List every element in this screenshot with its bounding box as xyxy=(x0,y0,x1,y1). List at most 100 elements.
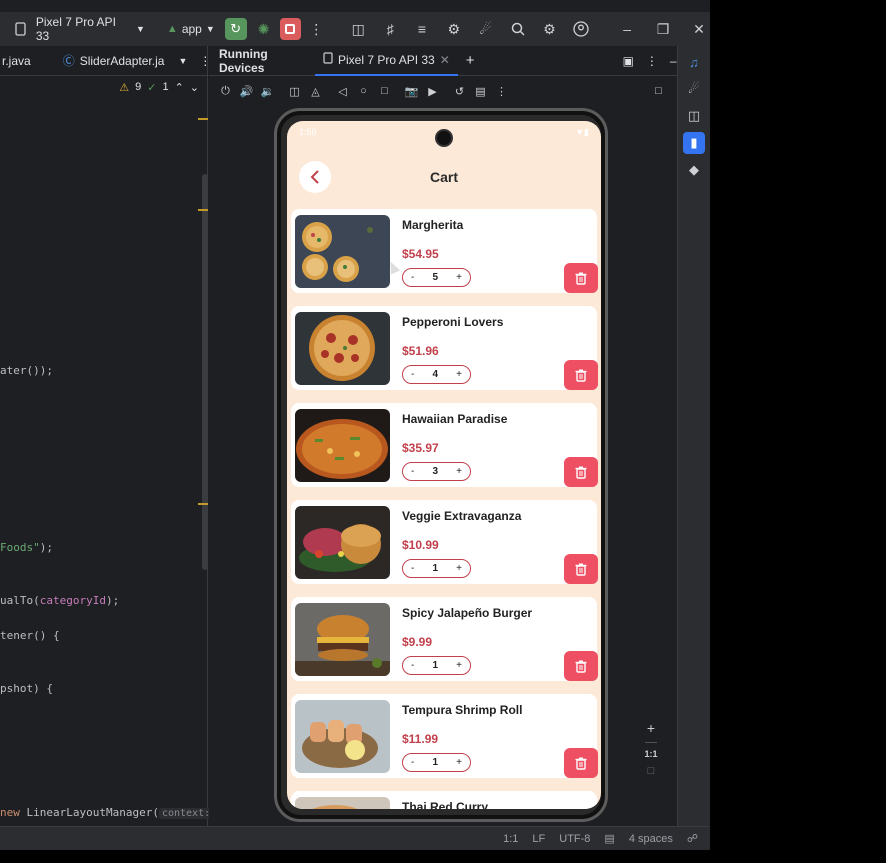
close-icon[interactable]: ✕ xyxy=(688,18,710,40)
detach-icon[interactable]: □ xyxy=(650,85,667,97)
code-string: Foods" xyxy=(0,541,40,554)
add-device-button[interactable]: + xyxy=(466,52,475,69)
editor-tab-slider-adapter[interactable]: Ⓒ SliderAdapter.ja xyxy=(59,52,169,69)
item-name: Tempura Shrimp Roll xyxy=(402,703,523,717)
delete-item-button[interactable] xyxy=(564,457,598,487)
search-icon[interactable] xyxy=(507,18,529,40)
overview-icon[interactable]: □ xyxy=(376,85,393,97)
sdk-manager-icon[interactable]: ⚙ xyxy=(443,18,465,40)
zoom-separator xyxy=(645,742,657,743)
screen-record-icon[interactable]: ▶ xyxy=(424,85,441,98)
device-manager-icon[interactable]: ◫ xyxy=(347,18,369,40)
delete-item-button[interactable] xyxy=(564,263,598,293)
decrease-button[interactable]: - xyxy=(411,369,414,380)
sync-icon[interactable]: ≡ xyxy=(411,18,433,40)
decrease-button[interactable]: - xyxy=(411,563,414,574)
minimize-icon[interactable]: – xyxy=(616,18,638,40)
warning-marker[interactable] xyxy=(198,118,208,120)
rerun-button[interactable]: ↻ xyxy=(224,18,247,40)
increase-button[interactable]: + xyxy=(456,757,462,768)
status-indent[interactable]: 4 spaces xyxy=(629,833,673,845)
restore-icon[interactable]: ❐ xyxy=(652,18,674,40)
running-devices-icon[interactable]: ▮ xyxy=(683,132,705,154)
power-icon[interactable]: ⏻ xyxy=(217,85,234,98)
gemini-icon[interactable]: ◆ xyxy=(683,159,705,181)
delete-item-button[interactable] xyxy=(564,748,598,778)
quantity-stepper: - 1 + xyxy=(402,753,471,772)
code-line[interactable]: pshot) { xyxy=(0,682,53,695)
rotate-right-icon[interactable]: ◬ xyxy=(307,85,324,98)
status-bar: 1:1 LF UTF-8 ▤ 4 spaces ☍ xyxy=(0,826,710,850)
notifications-icon[interactable]: ♫ xyxy=(683,51,705,73)
hide-panel-icon[interactable]: – xyxy=(670,54,677,68)
lock-icon[interactable]: ☍ xyxy=(687,832,698,845)
chevron-up-icon[interactable]: ⌃ xyxy=(175,81,184,94)
food-image-margherita xyxy=(295,215,390,288)
status-encoding[interactable]: UTF-8 xyxy=(559,833,590,845)
decrease-button[interactable]: - xyxy=(411,272,414,283)
chevron-down-icon[interactable]: ▼ xyxy=(178,56,187,66)
app-screen[interactable]: 1:56 ▼▮ Cart Margherita $54.95 - 5 + Pep… xyxy=(287,121,601,809)
home-icon[interactable]: ○ xyxy=(355,85,372,97)
trash-icon xyxy=(575,466,587,479)
item-price: $11.99 xyxy=(402,732,439,746)
code-line[interactable]: ualTo(categoryId); xyxy=(0,594,119,607)
status-line-separator[interactable]: LF xyxy=(532,833,545,845)
chevron-down-icon[interactable]: ⌄ xyxy=(190,81,199,94)
device-manager-icon[interactable]: ◫ xyxy=(683,105,705,127)
snapshot-icon[interactable]: ↺ xyxy=(451,85,468,98)
stop-button[interactable] xyxy=(279,18,302,40)
inspection-widget[interactable]: ⚠ 9 ✓ 1 ⌃ ⌄ xyxy=(0,76,207,98)
volume-up-icon[interactable]: 🔊 xyxy=(238,85,255,98)
run-config-selector[interactable]: ▲ app ▼ xyxy=(167,22,215,36)
warning-marker[interactable] xyxy=(198,503,208,505)
fit-screen-icon[interactable]: □ xyxy=(648,765,655,777)
device-selector[interactable]: Pixel 7 Pro API 33 ▼ xyxy=(10,15,145,43)
comment-icon[interactable]: ▤ xyxy=(604,832,614,845)
cart-item: Veggie Extravaganza $10.99 - 1 + xyxy=(291,500,598,584)
delete-item-button[interactable] xyxy=(564,651,598,681)
options-icon[interactable]: ⋮ xyxy=(646,54,658,68)
account-icon[interactable] xyxy=(570,18,592,40)
editor-tab-java[interactable]: r.java xyxy=(0,54,35,68)
delete-item-button[interactable] xyxy=(564,554,598,584)
volume-down-icon[interactable]: 🔉 xyxy=(259,85,276,98)
gradle-icon[interactable]: ☄ xyxy=(475,18,497,40)
trash-icon xyxy=(575,660,587,673)
back-icon[interactable]: ◁ xyxy=(334,85,351,98)
code-line[interactable]: ater()); xyxy=(0,364,53,377)
device-icon xyxy=(10,18,32,40)
increase-button[interactable]: + xyxy=(456,660,462,671)
debug-icon[interactable]: ✺ xyxy=(253,18,275,40)
zoom-reset-button[interactable]: 1:1 xyxy=(644,749,657,759)
increase-button[interactable]: + xyxy=(456,466,462,477)
status-caret-position[interactable]: 1:1 xyxy=(503,833,518,845)
translate-icon[interactable]: ♯ xyxy=(379,18,401,40)
decrease-button[interactable]: - xyxy=(411,757,414,768)
food-image-pepperoni xyxy=(295,312,390,385)
code-line[interactable]: Foods"); xyxy=(0,541,53,554)
decrease-button[interactable]: - xyxy=(411,660,414,671)
zoom-in-icon[interactable]: + xyxy=(647,720,655,736)
warning-marker[interactable] xyxy=(198,209,208,211)
settings-gear-icon[interactable]: ⚙ xyxy=(539,18,561,40)
more-actions-icon[interactable]: ⋮ xyxy=(305,18,327,40)
decrease-button[interactable]: - xyxy=(411,466,414,477)
layout-icon[interactable]: ▣ xyxy=(623,54,634,68)
close-tab-icon[interactable]: ✕ xyxy=(440,53,450,67)
screenshot-icon[interactable]: 📷 xyxy=(403,85,420,98)
code-line[interactable]: tener() { xyxy=(0,629,60,642)
code-line[interactable]: new LinearLayoutManager(context: Li xyxy=(0,806,233,819)
delete-item-button[interactable] xyxy=(564,360,598,390)
device-tab[interactable]: Pixel 7 Pro API 33 ✕ xyxy=(315,46,458,76)
rotate-left-icon[interactable]: ◫ xyxy=(286,85,303,98)
extended-controls-icon[interactable]: ▤ xyxy=(472,85,489,98)
cart-item: Margherita $54.95 - 5 + xyxy=(291,209,598,293)
editor-scrollbar[interactable] xyxy=(202,174,208,570)
code-variable: categoryId xyxy=(39,594,106,607)
increase-button[interactable]: + xyxy=(456,272,462,283)
more-icon[interactable]: ⋮ xyxy=(493,85,510,98)
increase-button[interactable]: + xyxy=(456,369,462,380)
gradle-icon[interactable]: ☄ xyxy=(683,78,705,100)
increase-button[interactable]: + xyxy=(456,563,462,574)
